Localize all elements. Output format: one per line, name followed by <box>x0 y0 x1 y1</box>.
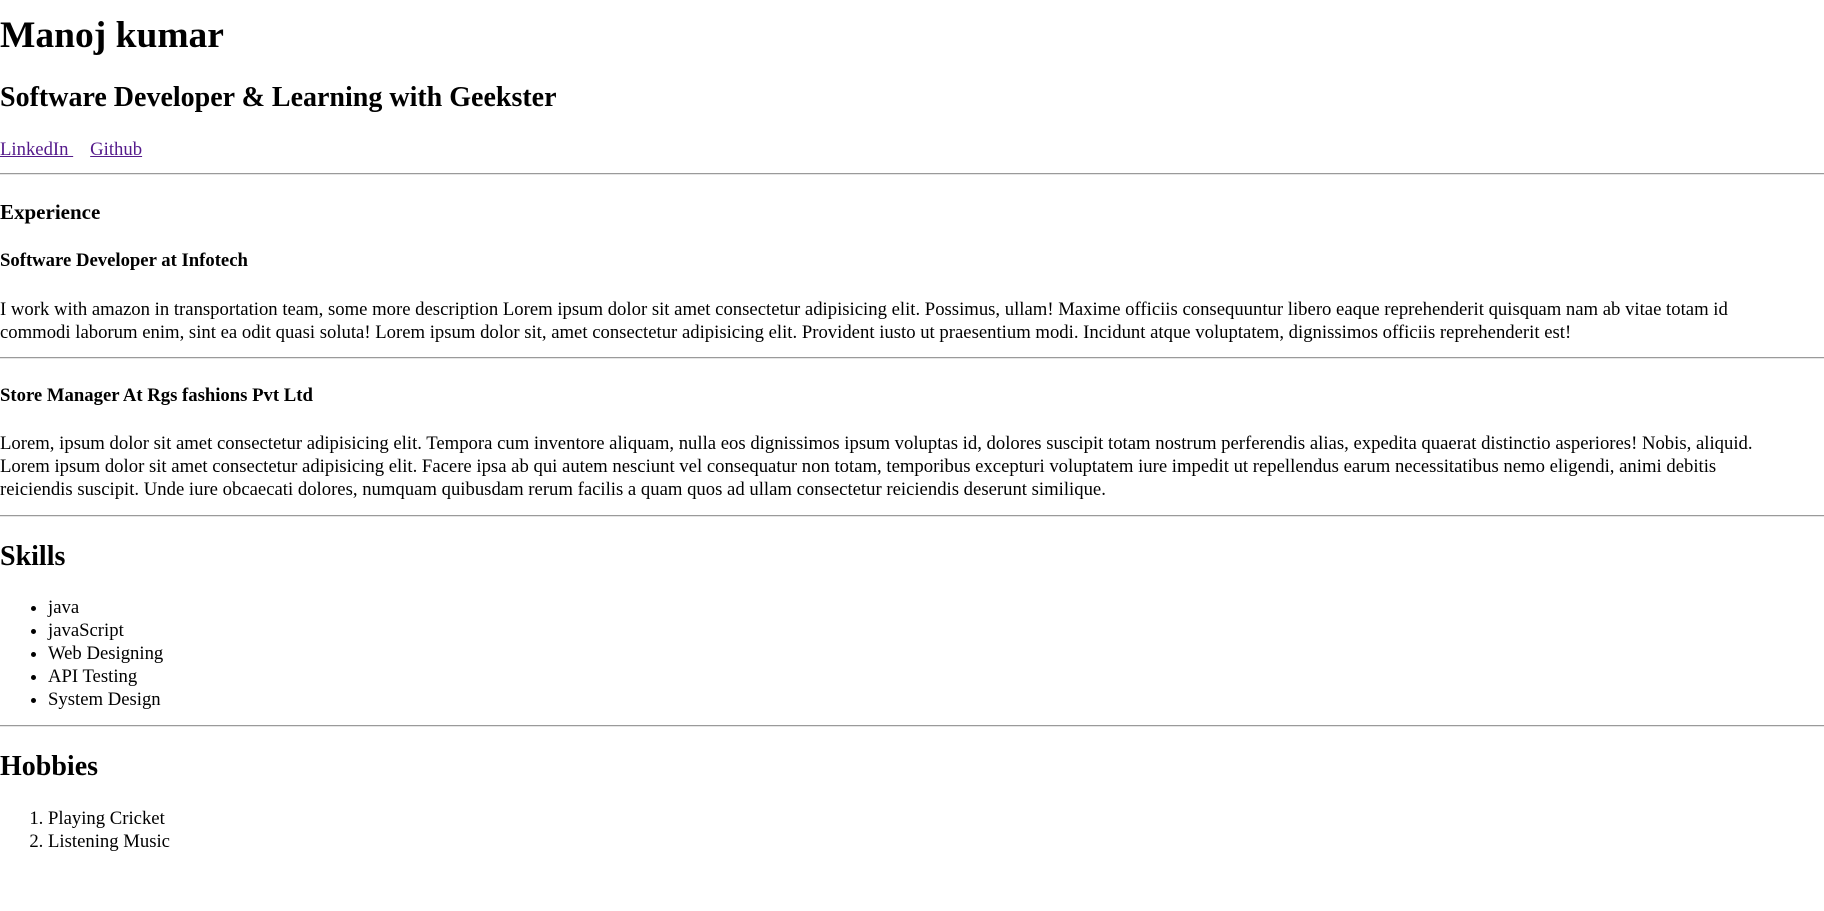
list-item: Listening Music <box>48 830 1824 853</box>
divider <box>0 725 1824 728</box>
list-item: Web Designing <box>48 642 1824 665</box>
job-description-infotech: I work with amazon in transportation tea… <box>0 298 1728 343</box>
list-item: java <box>48 596 1824 619</box>
list-item: System Design <box>48 688 1824 711</box>
job-description-rgs-fashions: Lorem, ipsum dolor sit amet consectetur … <box>0 433 1753 501</box>
linkedin-link[interactable]: LinkedIn <box>0 139 73 160</box>
page-title: Manoj kumar <box>0 15 224 56</box>
list-item: javaScript <box>48 619 1824 642</box>
tagline: Software Developer & Learning with Geeks… <box>0 82 557 114</box>
skills-list: java javaScript Web Designing API Testin… <box>0 596 1824 711</box>
divider <box>0 356 1824 359</box>
hobbies-list: Playing Cricket Listening Music <box>0 807 1824 853</box>
experience-heading: Experience <box>0 200 101 225</box>
github-link[interactable]: Github <box>90 139 142 160</box>
resume-page: Manoj kumar Software Developer & Learnin… <box>0 14 1824 853</box>
skills-heading: Skills <box>0 541 66 573</box>
job-title-infotech: Software Developer at Infotech <box>0 250 248 272</box>
list-item: API Testing <box>48 665 1824 688</box>
divider <box>0 173 1824 176</box>
social-links: LinkedIn Github <box>0 139 1824 162</box>
list-item: Playing Cricket <box>48 807 1824 830</box>
job-title-rgs-fashions: Store Manager At Rgs fashions Pvt Ltd <box>0 384 313 406</box>
hobbies-heading: Hobbies <box>0 751 99 783</box>
divider <box>0 515 1824 518</box>
